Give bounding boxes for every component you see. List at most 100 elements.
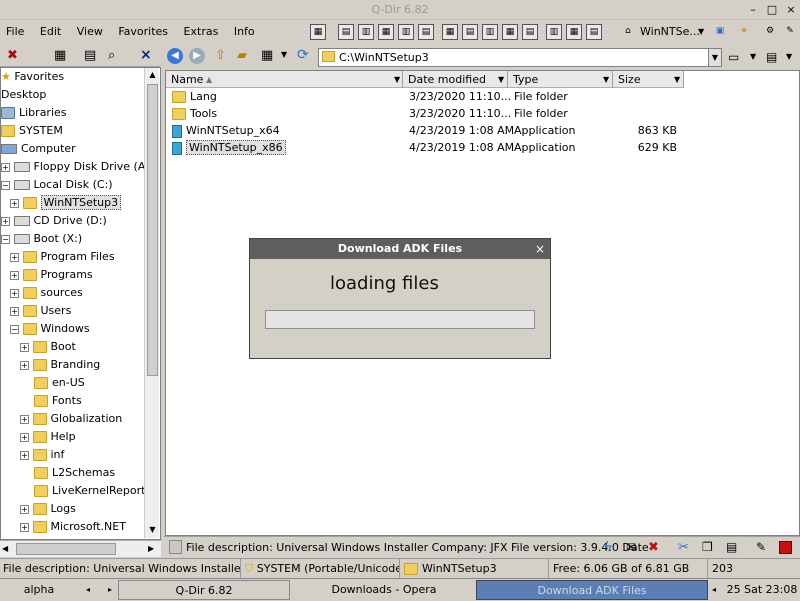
- tree-item-programs[interactable]: + Programs: [10, 266, 93, 284]
- tree-horizontal-scrollbar[interactable]: ◀ ▶: [0, 540, 161, 557]
- layout-icon[interactable]: ▦: [566, 24, 582, 40]
- folder-icon[interactable]: ▣: [712, 24, 728, 40]
- menu-file[interactable]: File: [0, 21, 30, 43]
- tree-item-windows[interactable]: − Windows: [10, 320, 90, 338]
- chevron-down-icon[interactable]: ▼: [674, 71, 680, 88]
- expand-icon[interactable]: +: [20, 433, 29, 442]
- column-name[interactable]: Name ▲ ▼: [166, 71, 403, 88]
- view-mode-icon[interactable]: ▦: [261, 48, 273, 63]
- copy-icon[interactable]: ❐: [702, 537, 713, 558]
- chevron-down-icon[interactable]: ▼: [394, 71, 400, 88]
- expand-icon[interactable]: +: [10, 253, 19, 262]
- layout-icon[interactable]: ▦: [442, 24, 458, 40]
- tree-item-branding[interactable]: + Branding: [20, 356, 100, 374]
- up-folder-icon[interactable]: ⇧: [215, 48, 226, 63]
- scroll-thumb[interactable]: [147, 84, 158, 376]
- tree-item-livekernelreports[interactable]: LiveKernelReports: [34, 482, 145, 500]
- column-size[interactable]: Size ▼: [613, 71, 684, 88]
- scroll-left-icon[interactable]: ◀: [2, 542, 8, 556]
- open-folder-icon[interactable]: ▰: [237, 48, 247, 63]
- chevron-down-icon[interactable]: ▼: [603, 71, 609, 88]
- tree-item-logs[interactable]: + Logs: [20, 500, 76, 518]
- network-icon[interactable]: ⌂: [620, 24, 636, 40]
- address-bar[interactable]: C:\WinNTSetup3: [318, 48, 722, 67]
- column-date-modified[interactable]: Date modified ▼: [403, 71, 508, 88]
- expand-icon[interactable]: +: [20, 505, 29, 514]
- pane-options-icon[interactable]: ▤: [766, 50, 777, 64]
- document-icon[interactable]: ▤: [84, 48, 96, 63]
- chevron-down-icon[interactable]: ▼: [786, 52, 792, 61]
- layout-icon[interactable]: ▥: [482, 24, 498, 40]
- list-item[interactable]: Lang 3/23/2020 11:10... File folder: [172, 88, 682, 105]
- tree-item-favorites[interactable]: ★ Favorites: [1, 68, 64, 86]
- scroll-right-icon[interactable]: ▶: [148, 542, 154, 556]
- back-icon[interactable]: ◀: [167, 48, 183, 64]
- paste-icon[interactable]: ▤: [726, 537, 737, 558]
- expand-icon[interactable]: +: [20, 361, 29, 370]
- tree-item-microsoft-net[interactable]: + Microsoft.NET: [20, 518, 126, 536]
- tree-vertical-scrollbar[interactable]: ▲ ▼: [144, 68, 159, 538]
- task-qdir[interactable]: Q-Dir 6.82: [118, 580, 290, 600]
- scroll-thumb[interactable]: [16, 543, 116, 555]
- tree-item-boot[interactable]: + Boot: [20, 338, 76, 356]
- tree-item-users[interactable]: + Users: [10, 302, 71, 320]
- list-item[interactable]: WinNTSetup_x64 4/23/2019 1:08 AM Applica…: [172, 122, 682, 139]
- tree-item-globalization[interactable]: + Globalization: [20, 410, 122, 428]
- collapse-icon[interactable]: −: [1, 181, 10, 190]
- list-item[interactable]: WinNTSetup_x86 4/23/2019 1:08 AM Applica…: [172, 139, 682, 156]
- chevron-down-icon[interactable]: ▼: [698, 24, 704, 40]
- start-button[interactable]: alpha: [4, 580, 74, 600]
- expand-icon[interactable]: +: [10, 289, 19, 298]
- scroll-down-icon[interactable]: ▼: [147, 523, 158, 537]
- address-dropdown-button[interactable]: ▼: [708, 48, 722, 67]
- expand-icon[interactable]: +: [10, 271, 19, 280]
- menu-edit[interactable]: Edit: [34, 21, 67, 43]
- cut-icon[interactable]: ✂: [678, 537, 689, 558]
- chevron-down-icon[interactable]: ▼: [750, 52, 756, 61]
- mail-icon[interactable]: ✉: [626, 537, 636, 558]
- wrench-icon[interactable]: ✎: [782, 24, 798, 40]
- tree-item-floppy[interactable]: + Floppy Disk Drive (A:): [1, 158, 145, 176]
- settings-icon[interactable]: ⚙: [762, 24, 778, 40]
- expand-icon[interactable]: +: [20, 523, 29, 532]
- minimize-button[interactable]: –: [745, 2, 761, 18]
- collapse-icon[interactable]: −: [1, 235, 10, 244]
- forward-icon[interactable]: ▶: [189, 48, 205, 64]
- collapse-icon[interactable]: −: [10, 325, 19, 334]
- chevron-down-icon[interactable]: ▼: [281, 50, 287, 59]
- tree-item-cd-drive[interactable]: + CD Drive (D:): [1, 212, 107, 230]
- layout-icon[interactable]: ▥: [398, 24, 414, 40]
- layout-icon[interactable]: ▤: [522, 24, 538, 40]
- tree-item-boot-drive[interactable]: − Boot (X:): [1, 230, 82, 248]
- menu-view[interactable]: View: [71, 21, 109, 43]
- layout-icon[interactable]: ▦: [310, 24, 326, 40]
- task-opera[interactable]: Downloads - Opera: [296, 580, 472, 600]
- tree-item-inf[interactable]: + inf: [20, 446, 64, 464]
- layout-icon[interactable]: ▦: [502, 24, 518, 40]
- layout-icon[interactable]: ▤: [462, 24, 478, 40]
- pin-icon[interactable]: ✖: [7, 48, 18, 63]
- tree-item-sources[interactable]: + sources: [10, 284, 83, 302]
- close-button[interactable]: ×: [783, 2, 799, 18]
- search-icon[interactable]: ⌕: [108, 48, 115, 63]
- close-icon[interactable]: ×: [140, 47, 152, 63]
- expand-icon[interactable]: +: [1, 163, 10, 172]
- tree-item-computer[interactable]: Computer: [1, 140, 76, 158]
- tree-item-l2schemas[interactable]: L2Schemas: [34, 464, 115, 482]
- quick-folder-dropdown[interactable]: WinNTSe...: [640, 24, 700, 40]
- chevron-left-icon[interactable]: ◂: [86, 579, 90, 601]
- tree-item-winntsetup3[interactable]: + WinNTSetup3: [10, 194, 122, 212]
- delete-icon[interactable]: ✖: [648, 537, 659, 558]
- monitor-icon[interactable]: ▭: [728, 50, 739, 64]
- tree-item-libraries[interactable]: Libraries: [1, 104, 67, 122]
- chevron-right-icon[interactable]: ▸: [108, 579, 112, 601]
- list-item[interactable]: Tools 3/23/2020 11:10... File folder: [172, 105, 682, 122]
- tree-item-help[interactable]: + Help: [20, 428, 76, 446]
- column-type[interactable]: Type ▼: [508, 71, 613, 88]
- scroll-up-icon[interactable]: ▲: [147, 68, 158, 82]
- menu-favorites[interactable]: Favorites: [112, 21, 174, 43]
- tree-item-program-files[interactable]: + Program Files: [10, 248, 115, 266]
- lightning-icon[interactable]: ϟ: [604, 537, 613, 558]
- expand-icon[interactable]: +: [10, 307, 19, 316]
- tree-item-system[interactable]: SYSTEM: [1, 122, 63, 140]
